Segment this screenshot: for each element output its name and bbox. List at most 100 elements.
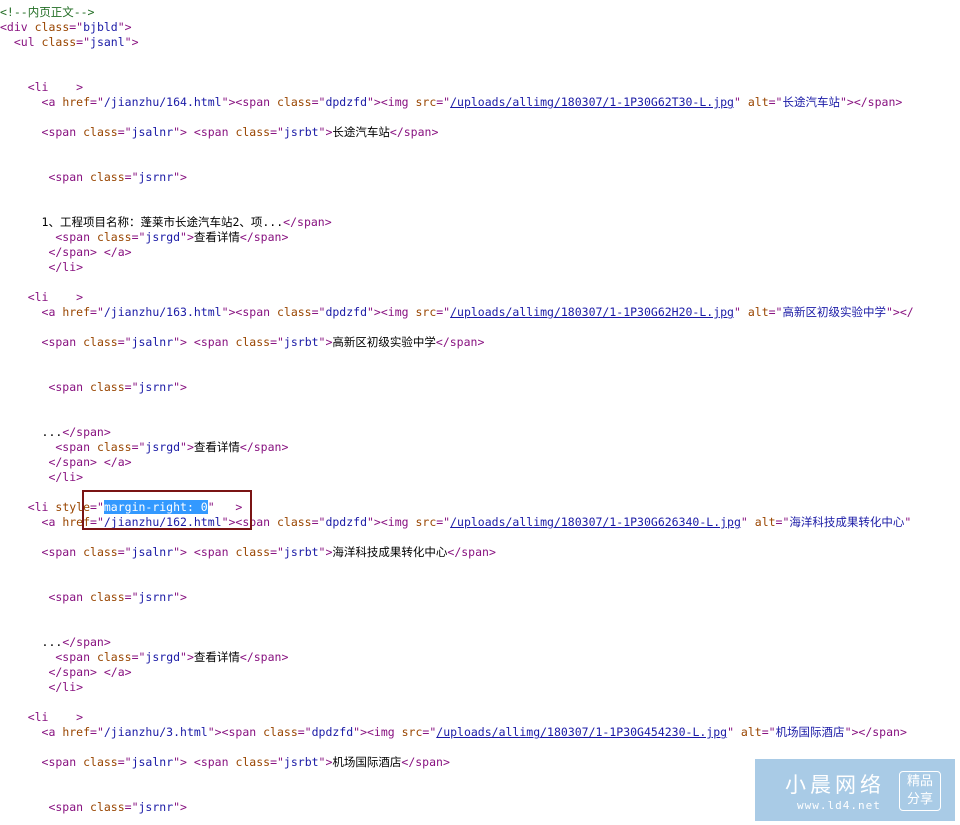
source-line: ...</span> xyxy=(0,635,960,650)
attribute-value: 机场国际酒店 xyxy=(775,725,845,739)
tag-token: =" xyxy=(90,515,104,529)
source-line: <span class="jsrgd">查看详情</span> xyxy=(0,230,960,245)
attribute-name: class xyxy=(235,545,271,559)
attribute-value: jsanl xyxy=(90,35,125,49)
source-line: </span> </a> xyxy=(0,455,960,470)
tag-token: =" xyxy=(90,95,104,109)
tag-token: =" xyxy=(131,230,146,244)
tag-token: <span xyxy=(0,590,91,604)
tag-token: </span> xyxy=(62,635,111,649)
tag-token: "> xyxy=(124,35,139,49)
source-line: <li > xyxy=(0,290,960,305)
attribute-value: jsalnr xyxy=(131,335,174,349)
text-node: ... xyxy=(0,425,63,439)
attribute-name: class xyxy=(83,335,118,349)
source-line: <span class="jsrnr"> xyxy=(0,590,960,605)
tag-token: </span> xyxy=(239,440,289,454)
tag-token: " xyxy=(733,95,748,109)
tag-token: "> xyxy=(318,335,333,349)
tag-token: " xyxy=(733,305,748,319)
tag-token: "> <span xyxy=(173,755,236,769)
attribute-value: jsrbt xyxy=(283,335,319,349)
tag-token: =" xyxy=(117,335,132,349)
attribute-name: href xyxy=(62,95,91,109)
tag-token: <li > xyxy=(0,290,84,304)
tag-token: "><span xyxy=(221,515,277,529)
tag-token: "> xyxy=(173,590,187,604)
tag-token: </span> xyxy=(447,545,496,559)
attribute-name: class xyxy=(235,755,271,769)
attribute-name: alt xyxy=(747,305,769,319)
tag-token: "><img xyxy=(353,725,402,739)
source-line: </li> xyxy=(0,470,960,485)
link-value[interactable]: /uploads/allimg/180307/1-1P30G62T30-L.jp… xyxy=(450,95,734,109)
attribute-name: class xyxy=(83,125,118,139)
tag-token: </li> xyxy=(0,470,84,484)
attribute-value: 高新区初级实验中学 xyxy=(782,305,886,319)
badge-line-1: 精品 xyxy=(906,774,933,789)
text-node: 查看详情 xyxy=(193,650,240,664)
watermark-url: www.ld4.net xyxy=(797,799,881,812)
attribute-name: class xyxy=(90,800,125,814)
attribute-value: dpdzfd xyxy=(325,305,367,319)
attribute-name: alt xyxy=(740,725,762,739)
comment-token: <!--内页正文--> xyxy=(0,5,95,19)
tag-token: " > xyxy=(207,500,243,514)
tag-token: <span xyxy=(0,650,97,664)
tag-token: "><span xyxy=(221,305,277,319)
attribute-name: href xyxy=(62,725,91,739)
attribute-name: alt xyxy=(754,515,776,529)
tag-token: "> <span xyxy=(173,335,236,349)
source-line: </li> xyxy=(0,260,960,275)
tag-token: <span xyxy=(0,380,91,394)
source-line: <a href="/jianzhu/162.html"><span class=… xyxy=(0,515,960,530)
attribute-name: src xyxy=(401,725,423,739)
link-value[interactable]: /uploads/allimg/180307/1-1P30G626340-L.j… xyxy=(450,515,741,529)
attribute-value: jsrgd xyxy=(145,440,181,454)
tag-token: </span> xyxy=(239,230,289,244)
source-line: <ul class="jsanl"> xyxy=(0,35,960,50)
source-line: <span class="jsalnr"> <span class="jsrbt… xyxy=(0,335,960,350)
attribute-value: dpdzfd xyxy=(311,725,354,739)
attribute-name: src xyxy=(415,515,437,529)
tag-token: =" xyxy=(422,725,437,739)
tag-token: <span xyxy=(0,170,91,184)
attribute-value: jsrbt xyxy=(283,125,319,139)
attribute-name: class xyxy=(90,590,125,604)
source-line: <li > xyxy=(0,710,960,725)
source-line: <div class="bjbld"> xyxy=(0,20,960,35)
tag-token: <span xyxy=(0,755,84,769)
tag-token: <span xyxy=(0,335,84,349)
attribute-name: src xyxy=(415,95,437,109)
link-value[interactable]: /uploads/allimg/180307/1-1P30G454230-L.j… xyxy=(436,725,727,739)
tag-token: <li > xyxy=(0,710,84,724)
source-line: ...</span> xyxy=(0,425,960,440)
tag-token: =" xyxy=(270,125,284,139)
attribute-name: class xyxy=(96,440,132,454)
tag-token: </span> xyxy=(62,425,111,439)
tag-token: "><span xyxy=(221,95,277,109)
tag-token: =" xyxy=(90,500,104,514)
tag-token: <li xyxy=(0,500,56,514)
attribute-value: jsrgd xyxy=(145,230,181,244)
text-node: 高新区初级实验中学 xyxy=(332,335,436,349)
source-view[interactable]: <!--内页正文--> <div class="bjbld"> <ul class… xyxy=(0,0,960,825)
attribute-name: href xyxy=(62,515,91,529)
attribute-value: bjbld xyxy=(83,20,118,34)
tag-token: <a xyxy=(0,515,63,529)
tag-token: </li> xyxy=(0,260,84,274)
attribute-name: class xyxy=(235,125,271,139)
tag-token: "> xyxy=(180,440,194,454)
tag-token: </span> xyxy=(435,335,485,349)
link-value[interactable]: /uploads/allimg/180307/1-1P30G62H20-L.jp… xyxy=(450,305,734,319)
text-node: 1、工程项目名称：蓬莱市长途汽车站2、项... xyxy=(0,215,284,229)
tag-token: =" xyxy=(117,755,132,769)
tag-token: =" xyxy=(117,545,132,559)
text-node: 海洋科技成果转化中心 xyxy=(332,545,448,559)
tag-token: "><img xyxy=(367,305,416,319)
tag-token: <a xyxy=(0,305,63,319)
tag-token: "> xyxy=(173,800,187,814)
attribute-name: class xyxy=(41,35,77,49)
tag-token: "> xyxy=(173,170,187,184)
tag-token: =" xyxy=(436,515,451,529)
